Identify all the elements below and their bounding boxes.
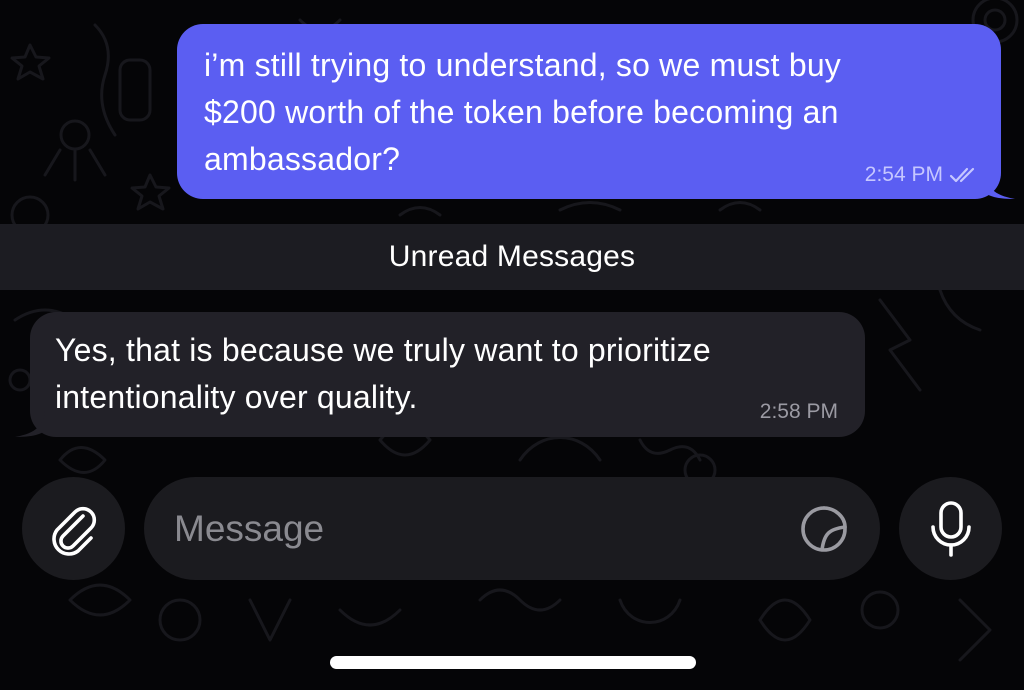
chat-screen: i’m still trying to understand, so we mu… bbox=[0, 0, 1024, 690]
attach-button[interactable] bbox=[22, 477, 125, 580]
message-input-placeholder: Message bbox=[174, 507, 325, 549]
unread-messages-divider: Unread Messages bbox=[0, 224, 1024, 290]
incoming-message-time: 2:58 PM bbox=[759, 400, 838, 423]
incoming-bubble-tail bbox=[15, 411, 45, 437]
incoming-message-text: Yes, that is because we truly want to pr… bbox=[55, 332, 711, 415]
microphone-button[interactable] bbox=[899, 477, 1002, 580]
outgoing-message-bubble[interactable]: i’m still trying to understand, so we mu… bbox=[177, 24, 1015, 199]
sticker-button[interactable] bbox=[798, 503, 850, 555]
outgoing-message-time: 2:54 PM bbox=[864, 163, 943, 186]
outgoing-message-meta: 2:54 PM bbox=[865, 163, 977, 187]
incoming-message-bubble[interactable]: Yes, that is because we truly want to pr… bbox=[15, 312, 865, 437]
sticker-icon bbox=[801, 505, 847, 552]
outgoing-bubble-tail bbox=[985, 173, 1015, 199]
message-input[interactable]: Message bbox=[144, 477, 880, 580]
home-indicator[interactable] bbox=[330, 656, 696, 669]
double-check-icon bbox=[949, 167, 975, 183]
microphone-icon bbox=[930, 500, 971, 557]
outgoing-message-text: i’m still trying to understand, so we mu… bbox=[204, 47, 842, 177]
unread-messages-label: Unread Messages bbox=[388, 240, 636, 273]
paperclip-icon bbox=[51, 506, 96, 556]
